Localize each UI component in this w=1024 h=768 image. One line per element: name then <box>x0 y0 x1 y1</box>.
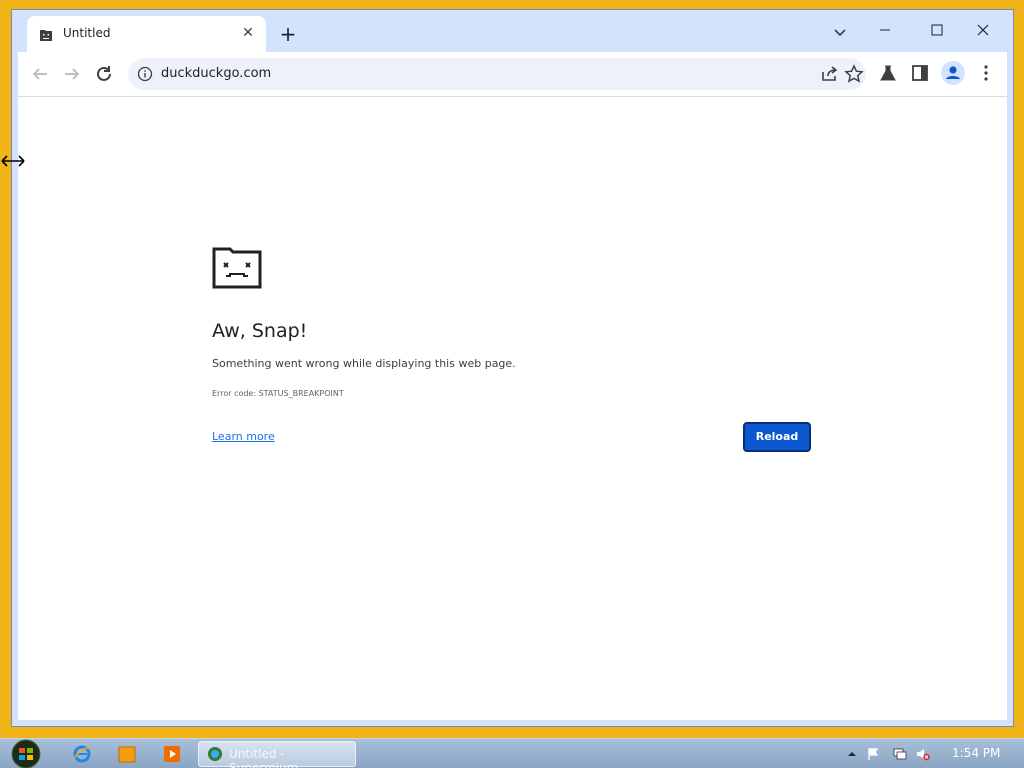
bookmark-star-icon[interactable] <box>844 64 864 84</box>
page-content: Aw, Snap! Something went wrong while dis… <box>18 96 1007 720</box>
resize-cursor-icon <box>1 155 25 167</box>
toolbar: duckduckgo.com <box>18 52 1007 96</box>
taskbar-item-supermium[interactable]: Untitled - Supermium <box>198 741 356 768</box>
taskbar-clock[interactable]: 1:54 PM <box>952 746 1000 760</box>
close-icon[interactable] <box>960 16 1006 44</box>
side-panel-icon[interactable] <box>910 63 930 83</box>
info-icon[interactable] <box>137 66 153 82</box>
network-icon[interactable] <box>893 747 907 761</box>
minimize-icon[interactable] <box>862 16 908 44</box>
maximize-icon[interactable] <box>914 16 960 44</box>
media-player-icon[interactable] <box>162 744 182 764</box>
action-center-flag-icon[interactable] <box>866 747 880 761</box>
more-menu-icon[interactable] <box>976 63 996 83</box>
labs-flask-icon[interactable] <box>878 63 898 83</box>
tab-strip: Untitled ✕ + <box>12 10 1013 52</box>
sad-tab-icon <box>40 30 52 41</box>
forward-arrow-icon[interactable] <box>60 62 84 86</box>
start-orb-icon[interactable] <box>9 739 43 768</box>
internet-explorer-icon[interactable] <box>72 744 92 764</box>
tab-title: Untitled <box>63 26 111 40</box>
address-bar[interactable]: duckduckgo.com <box>128 58 866 90</box>
taskbar-item-label: Untitled - Supermium <box>229 747 299 768</box>
learn-more-link[interactable]: Learn more <box>212 430 275 443</box>
profile-avatar-icon[interactable] <box>940 60 966 86</box>
tab-untitled[interactable]: Untitled ✕ <box>27 16 266 52</box>
url-text[interactable]: duckduckgo.com <box>161 66 271 81</box>
sad-folder-icon <box>212 247 262 289</box>
error-title: Aw, Snap! <box>212 320 308 342</box>
folder-icon[interactable] <box>117 744 137 764</box>
browser-globe-icon <box>208 747 222 761</box>
tab-close-icon[interactable]: ✕ <box>240 25 256 41</box>
browser-window: Untitled ✕ + duckduckgo.com Aw, Snap! So… <box>11 9 1014 727</box>
taskbar: Untitled - Supermium 1:54 PM <box>0 738 1024 768</box>
volume-muted-icon[interactable] <box>916 747 930 761</box>
reload-button[interactable]: Reload <box>743 422 811 452</box>
error-message: Something went wrong while displaying th… <box>212 357 516 370</box>
new-tab-button[interactable]: + <box>278 24 298 44</box>
share-icon[interactable] <box>820 65 838 83</box>
reload-icon[interactable] <box>92 62 116 86</box>
tray-expand-icon[interactable] <box>845 747 859 761</box>
error-code: Error code: STATUS_BREAKPOINT <box>212 389 344 398</box>
back-arrow-icon[interactable] <box>28 62 52 86</box>
chevron-down-icon[interactable] <box>830 25 850 41</box>
